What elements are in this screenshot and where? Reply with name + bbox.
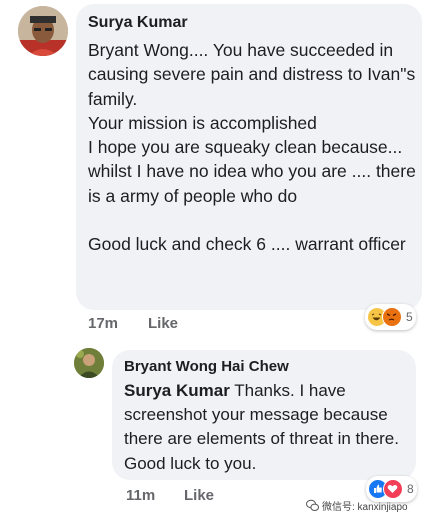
angry-icon — [382, 307, 402, 327]
comment-bubble: Surya Kumar Bryant Wong.... You have suc… — [76, 4, 422, 310]
watermark-text: 微信号: kanxinjiapo — [322, 502, 408, 513]
wechat-icon — [306, 499, 319, 512]
reply-author-name[interactable]: Bryant Wong Hai Chew — [124, 358, 289, 375]
comment-reaction-count: 5 — [406, 310, 413, 324]
reply-bubble: Bryant Wong Hai Chew Surya Kumar Thanks.… — [112, 350, 416, 480]
reply-reaction-count: 8 — [407, 482, 414, 496]
replier-avatar[interactable] — [74, 348, 104, 378]
reply-like-button[interactable]: Like — [184, 487, 214, 504]
comment-text: Bryant Wong.... You have succeeded in ca… — [88, 40, 416, 255]
watermark: 微信号: kanxinjiapo — [306, 498, 408, 513]
reply-text: Surya Kumar Thanks. I have screenshot yo… — [124, 379, 414, 476]
commenter-avatar[interactable] — [18, 6, 68, 56]
comment-like-button[interactable]: Like — [148, 315, 178, 332]
reply-mention-link[interactable]: Surya Kumar — [124, 381, 230, 400]
love-icon — [383, 479, 403, 499]
comment-reactions[interactable]: 5 — [365, 304, 416, 330]
comment-author-name[interactable]: Surya Kumar — [88, 14, 188, 32]
reply-timestamp[interactable]: 11m — [126, 487, 155, 504]
comment-timestamp[interactable]: 17m — [88, 315, 118, 332]
